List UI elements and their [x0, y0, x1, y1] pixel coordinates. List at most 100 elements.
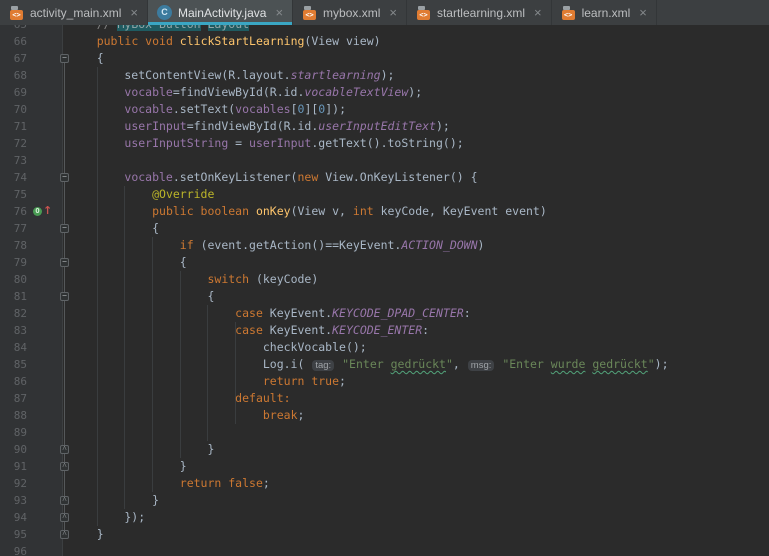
- code-line[interactable]: 84 checkVocable();: [0, 339, 769, 356]
- code-line[interactable]: 96: [0, 543, 769, 556]
- tab-close-icon[interactable]: ×: [639, 6, 647, 19]
- line-number: 66: [0, 33, 27, 50]
- line-number: 82: [0, 305, 27, 322]
- code-line[interactable]: 78 if (event.getAction()==KeyEvent.ACTIO…: [0, 237, 769, 254]
- fold-region-end-marker[interactable]: ˄: [60, 462, 69, 471]
- line-number: 80: [0, 271, 27, 288]
- android-xml-file-icon: <>: [9, 5, 24, 20]
- java-class-icon: C: [157, 5, 172, 20]
- line-number: 67: [0, 50, 27, 67]
- code-text: checkVocable();: [69, 339, 367, 356]
- code-line[interactable]: 69 vocable=findViewById(R.id.vocableText…: [0, 84, 769, 101]
- code-line[interactable]: 85 Log.i( tag: "Enter gedrückt", msg: "E…: [0, 356, 769, 373]
- fold-region-start-marker[interactable]: −: [60, 173, 69, 182]
- tab-startlearning-xml[interactable]: <> startlearning.xml ×: [407, 0, 552, 25]
- fold-region-start-marker[interactable]: −: [60, 258, 69, 267]
- code-line[interactable]: 72 userInputString = userInput.getText()…: [0, 135, 769, 152]
- code-line[interactable]: 86 return true;: [0, 373, 769, 390]
- tab-close-icon[interactable]: ×: [130, 6, 138, 19]
- code-line[interactable]: 91 ˄ }: [0, 458, 769, 475]
- tab-close-icon[interactable]: ×: [534, 6, 542, 19]
- tab-label: learn.xml: [582, 6, 631, 20]
- line-number: 81: [0, 288, 27, 305]
- fold-region-start-marker[interactable]: −: [60, 224, 69, 233]
- code-text: case KeyEvent.KEYCODE_DPAD_CENTER:: [69, 305, 471, 322]
- code-line[interactable]: 95˄ }: [0, 526, 769, 543]
- code-text: if (event.getAction()==KeyEvent.ACTION_D…: [69, 237, 484, 254]
- code-line[interactable]: 71 userInput=findViewById(R.id.userInput…: [0, 118, 769, 135]
- code-line[interactable]: 92 return false;: [0, 475, 769, 492]
- code-line[interactable]: 75 @Override: [0, 186, 769, 203]
- code-line[interactable]: 67 − {: [0, 50, 769, 67]
- tab-activity_main-xml[interactable]: <> activity_main.xml ×: [0, 0, 148, 25]
- android-xml-file-icon: <>: [561, 5, 576, 20]
- code-text: setContentView(R.layout.startlearning);: [69, 67, 394, 84]
- fold-region-end-marker[interactable]: ˄: [60, 445, 69, 454]
- code-line[interactable]: 66 public void clickStartLearning(View v…: [0, 33, 769, 50]
- line-number: 86: [0, 373, 27, 390]
- code-line[interactable]: 74− vocable.setOnKeyListener(new View.On…: [0, 169, 769, 186]
- line-number: 77: [0, 220, 27, 237]
- overriding-method-icon[interactable]: O: [33, 207, 42, 216]
- code-line[interactable]: 90˄ }: [0, 441, 769, 458]
- tab-mybox-xml[interactable]: <>mybox.xml×: [293, 0, 407, 25]
- ide-window: <>activity_main.xml×CMainActivity.java×<…: [0, 0, 769, 556]
- code-line[interactable]: 93˄ }: [0, 492, 769, 509]
- code-text: Log.i( tag: "Enter gedrückt", msg: "Ente…: [69, 356, 669, 374]
- code-text: return true;: [69, 373, 346, 390]
- fold-region-end-marker[interactable]: ˄: [60, 530, 69, 539]
- code-text: public boolean onKey(View v, int keyCode…: [69, 203, 547, 220]
- code-text: switch (keyCode): [69, 271, 318, 288]
- code-text: {: [69, 220, 159, 237]
- fold-region-start-marker[interactable]: −: [60, 292, 69, 301]
- xml-icon-code-glyph: <>: [417, 10, 430, 20]
- line-number: 95: [0, 526, 27, 543]
- code-text: {: [69, 50, 104, 67]
- code-line[interactable]: 82 case KeyEvent.KEYCODE_DPAD_CENTER:: [0, 305, 769, 322]
- code-editor[interactable]: 65 // MyBox Button Layout66 public void …: [0, 25, 769, 556]
- code-line[interactable]: 73: [0, 152, 769, 169]
- tab-MainActivity-java[interactable]: C MainActivity.java ×: [148, 0, 293, 25]
- code-line[interactable]: 94˄ });: [0, 509, 769, 526]
- line-number: 87: [0, 390, 27, 407]
- code-line[interactable]: 77 − {: [0, 220, 769, 237]
- line-number: 72: [0, 135, 27, 152]
- xml-icon-code-glyph: <>: [10, 10, 23, 20]
- line-number: 74: [0, 169, 27, 186]
- tab-label: activity_main.xml: [30, 6, 121, 20]
- code-line[interactable]: 80 switch (keyCode): [0, 271, 769, 288]
- code-text: default:: [69, 390, 291, 407]
- code-line[interactable]: 89: [0, 424, 769, 441]
- code-text: // MyBox Button Layout: [69, 25, 249, 33]
- fold-region-end-marker[interactable]: ˄: [60, 496, 69, 505]
- fold-region-end-marker[interactable]: ˄: [60, 513, 69, 522]
- line-number: 94: [0, 509, 27, 526]
- code-line[interactable]: 76O↑ public boolean onKey(View v, int ke…: [0, 203, 769, 220]
- code-line[interactable]: 68 setContentView(R.layout.startlearning…: [0, 67, 769, 84]
- tab-close-icon[interactable]: ×: [275, 6, 283, 19]
- line-number: 83: [0, 322, 27, 339]
- code-text: @Override: [69, 186, 214, 203]
- tab-label: MainActivity.java: [178, 6, 266, 20]
- code-line[interactable]: 65 // MyBox Button Layout: [0, 25, 769, 33]
- code-line[interactable]: 88 break;: [0, 407, 769, 424]
- line-number: 91: [0, 458, 27, 475]
- code-lines: 65 // MyBox Button Layout66 public void …: [0, 25, 769, 556]
- code-line[interactable]: 83 case KeyEvent.KEYCODE_ENTER:: [0, 322, 769, 339]
- code-text: }: [69, 458, 187, 475]
- line-number: 79: [0, 254, 27, 271]
- tab-label: startlearning.xml: [437, 6, 525, 20]
- code-line[interactable]: 87 default:: [0, 390, 769, 407]
- code-line[interactable]: 79− {: [0, 254, 769, 271]
- fold-region-start-marker[interactable]: −: [60, 54, 69, 63]
- xml-icon-code-glyph: <>: [562, 10, 575, 20]
- line-number: 76: [0, 203, 27, 220]
- parameter-name-inlay-hint: tag:: [312, 360, 334, 371]
- code-line[interactable]: 70 vocable.setText(vocables[0][0]);: [0, 101, 769, 118]
- line-number: 84: [0, 339, 27, 356]
- code-line[interactable]: 81− {: [0, 288, 769, 305]
- code-text: public void clickStartLearning(View view…: [69, 33, 381, 50]
- editor-tab-bar: <>activity_main.xml×CMainActivity.java×<…: [0, 0, 769, 25]
- tab-learn-xml[interactable]: <> learn.xml ×: [552, 0, 657, 25]
- tab-close-icon[interactable]: ×: [389, 6, 397, 19]
